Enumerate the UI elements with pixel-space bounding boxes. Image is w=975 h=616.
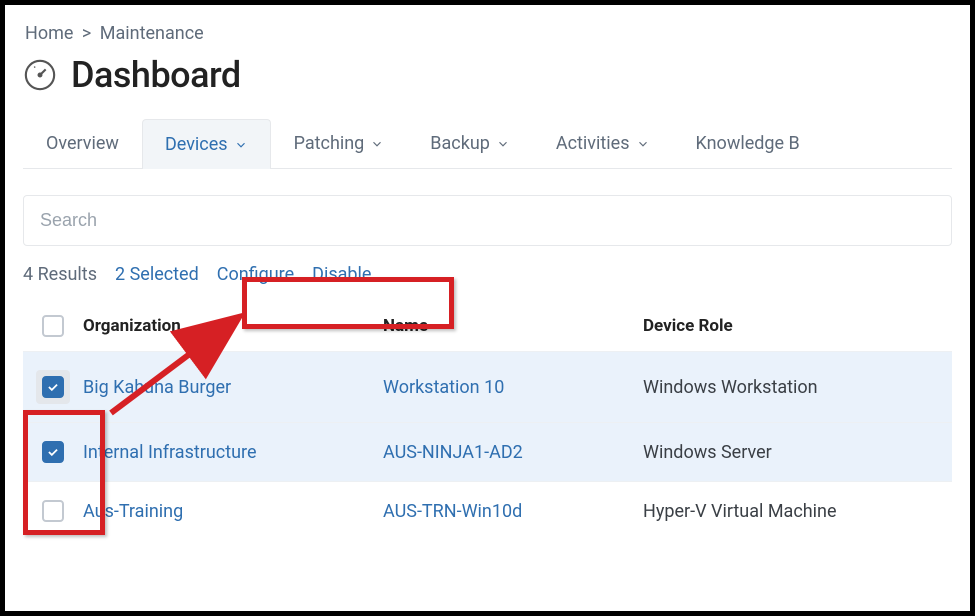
tab-knowledge[interactable]: Knowledge B — [673, 118, 823, 168]
page-title: Dashboard — [71, 54, 241, 96]
row-checkbox[interactable] — [42, 500, 64, 522]
selected-count: 2 Selected — [115, 264, 199, 285]
row-organization[interactable]: Aus-Training — [83, 501, 383, 522]
tab-patching[interactable]: Patching — [271, 118, 408, 168]
device-table: Organization Name Device Role Big Kahuna… — [23, 309, 952, 540]
row-checkbox[interactable] — [42, 376, 64, 398]
chevron-down-icon — [636, 137, 650, 151]
configure-button[interactable]: Configure — [217, 264, 294, 285]
column-header-organization[interactable]: Organization — [83, 316, 383, 336]
table-header: Organization Name Device Role — [23, 309, 952, 351]
row-device-role: Windows Server — [643, 442, 952, 463]
tab-label: Devices — [165, 134, 228, 155]
tab-devices[interactable]: Devices — [142, 119, 271, 169]
chevron-down-icon — [496, 137, 510, 151]
breadcrumb-separator: > — [82, 23, 91, 44]
tab-label: Knowledge B — [696, 133, 800, 154]
breadcrumb: Home > Maintenance — [25, 23, 952, 44]
row-device-name[interactable]: AUS-TRN-Win10d — [383, 501, 643, 522]
tab-label: Activities — [556, 133, 630, 154]
row-checkbox[interactable] — [42, 441, 64, 463]
results-bar: 4 Results 2 Selected Configure Disable — [23, 264, 952, 285]
tab-overview[interactable]: Overview — [23, 118, 142, 168]
disable-button[interactable]: Disable — [312, 264, 371, 285]
search-input[interactable] — [23, 195, 952, 246]
tab-label: Patching — [294, 133, 365, 154]
gauge-icon — [23, 58, 57, 92]
tab-activities[interactable]: Activities — [533, 118, 673, 168]
table-row: Aus-Training AUS-TRN-Win10d Hyper-V Virt… — [23, 481, 952, 540]
column-header-name[interactable]: Name — [383, 316, 643, 336]
search-wrap — [23, 195, 952, 246]
table-row: Internal Infrastructure AUS-NINJA1-AD2 W… — [23, 422, 952, 481]
row-organization[interactable]: Internal Infrastructure — [83, 442, 383, 463]
tab-backup[interactable]: Backup — [407, 118, 533, 168]
column-header-device-role[interactable]: Device Role — [643, 316, 952, 336]
tabs: Overview Devices Patching Backup Activit… — [23, 118, 952, 169]
chevron-down-icon — [370, 137, 384, 151]
table-row: Big Kahuna Burger Workstation 10 Windows… — [23, 351, 952, 422]
chevron-down-icon — [234, 138, 248, 152]
row-device-role: Hyper-V Virtual Machine — [643, 501, 952, 522]
select-all-checkbox[interactable] — [42, 315, 64, 337]
tab-label: Backup — [430, 133, 490, 154]
row-device-role: Windows Workstation — [643, 377, 952, 398]
breadcrumb-current: Maintenance — [100, 23, 204, 44]
row-device-name[interactable]: AUS-NINJA1-AD2 — [383, 442, 643, 463]
page-title-row: Dashboard — [23, 54, 952, 96]
breadcrumb-home[interactable]: Home — [25, 23, 73, 44]
row-device-name[interactable]: Workstation 10 — [383, 377, 643, 398]
results-count: 4 Results — [23, 264, 97, 285]
row-organization[interactable]: Big Kahuna Burger — [83, 377, 383, 398]
tab-label: Overview — [46, 133, 119, 154]
